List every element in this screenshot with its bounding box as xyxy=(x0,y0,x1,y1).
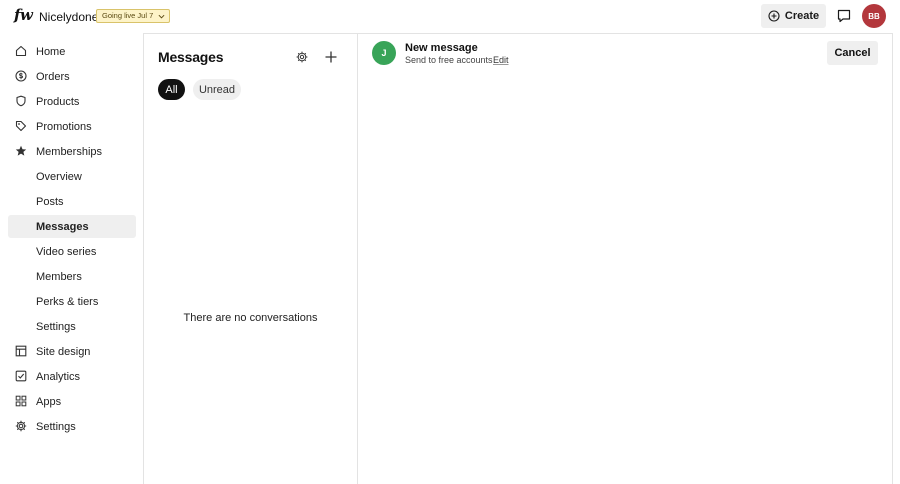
sidebar-item-orders[interactable]: Orders xyxy=(8,65,136,88)
shield-icon xyxy=(16,95,26,107)
plus-circle-icon xyxy=(768,10,780,22)
sidebar-item-promotions[interactable]: Promotions xyxy=(8,115,136,138)
sidebar-item-label: Promotions xyxy=(36,120,92,133)
sidebar-item-overview[interactable]: Overview xyxy=(8,165,136,188)
recipient-subtitle: Send to free accounts xyxy=(405,55,493,65)
divider xyxy=(357,33,358,484)
divider xyxy=(143,33,144,484)
chevron-down-icon xyxy=(158,14,165,19)
message-settings-icon[interactable] xyxy=(296,51,308,63)
layout-icon xyxy=(15,345,27,357)
sidebar-item-memberships[interactable]: Memberships xyxy=(8,140,136,163)
messages-button[interactable] xyxy=(834,6,854,26)
divider xyxy=(143,33,893,34)
sidebar-item-label: Posts xyxy=(36,195,64,208)
home-icon xyxy=(15,45,27,57)
sidebar-item-messages[interactable]: Messages xyxy=(8,215,136,238)
sidebar-item-label: Analytics xyxy=(36,370,81,383)
sidebar-item-label: Messages xyxy=(36,220,89,233)
check-square-icon xyxy=(15,370,27,382)
empty-state-text: There are no conversations xyxy=(183,312,318,324)
sidebar-item-label: Memberships xyxy=(36,145,103,158)
compose-title: New message xyxy=(405,42,478,54)
filter-unread-tab[interactable]: Unread xyxy=(193,79,241,100)
sidebar-item-label: Settings xyxy=(36,420,76,433)
sidebar-item-label: Members xyxy=(36,270,82,283)
sidebar-item-label: Overview xyxy=(36,170,82,183)
sidebar-item-analytics[interactable]: Analytics xyxy=(8,365,136,388)
site-name[interactable]: Nicelydone xyxy=(39,10,98,24)
dollar-circle-icon xyxy=(15,70,27,82)
status-badge-label: Going live Jul 7 xyxy=(102,11,154,20)
sidebar-item-settings[interactable]: Settings xyxy=(8,415,136,438)
filter-all-tab[interactable]: All xyxy=(158,79,185,100)
user-avatar[interactable]: BB xyxy=(862,4,886,28)
sidebar-item-label: Home xyxy=(36,45,66,58)
sidebar: Home Orders Products Promotions Membersh… xyxy=(0,33,143,484)
sidebar-item-apps[interactable]: Apps xyxy=(8,390,136,413)
cancel-button[interactable]: Cancel xyxy=(827,41,878,65)
sidebar-item-video-series[interactable]: Video series xyxy=(8,240,136,263)
chat-bubble-icon xyxy=(837,9,851,23)
sidebar-item-label: Settings xyxy=(36,320,76,333)
sidebar-item-perks-tiers[interactable]: Perks & tiers xyxy=(8,290,136,313)
sidebar-item-membership-settings[interactable]: Settings xyxy=(8,315,136,338)
create-button[interactable]: Create xyxy=(761,4,826,28)
sidebar-item-label: Perks & tiers xyxy=(36,295,99,308)
create-button-label: Create xyxy=(784,10,820,22)
status-badge[interactable]: Going live Jul 7 xyxy=(96,9,171,23)
star-icon xyxy=(15,145,27,156)
app-logo[interactable]: fw xyxy=(14,6,33,24)
sidebar-item-label: Products xyxy=(36,95,80,108)
edit-recipients-link[interactable]: Edit xyxy=(493,55,509,65)
top-bar: fw Nicelydone Going live Jul 7 Create BB xyxy=(0,0,900,33)
recipient-avatar: J xyxy=(372,41,396,65)
sidebar-item-products[interactable]: Products xyxy=(8,90,136,113)
sidebar-item-label: Video series xyxy=(36,245,97,258)
page-title: Messages xyxy=(158,49,224,65)
divider xyxy=(892,33,893,484)
sidebar-item-members[interactable]: Members xyxy=(8,265,136,288)
grid-icon xyxy=(15,395,27,407)
sidebar-item-home[interactable]: Home xyxy=(8,40,136,63)
sidebar-item-site-design[interactable]: Site design xyxy=(8,340,136,363)
sidebar-item-label: Site design xyxy=(36,345,91,358)
tag-icon xyxy=(15,120,27,132)
sidebar-item-label: Orders xyxy=(36,70,70,83)
sidebar-item-posts[interactable]: Posts xyxy=(8,190,136,213)
sidebar-item-label: Apps xyxy=(36,395,62,408)
gear-icon xyxy=(15,420,27,432)
new-message-plus-icon[interactable] xyxy=(324,50,338,64)
